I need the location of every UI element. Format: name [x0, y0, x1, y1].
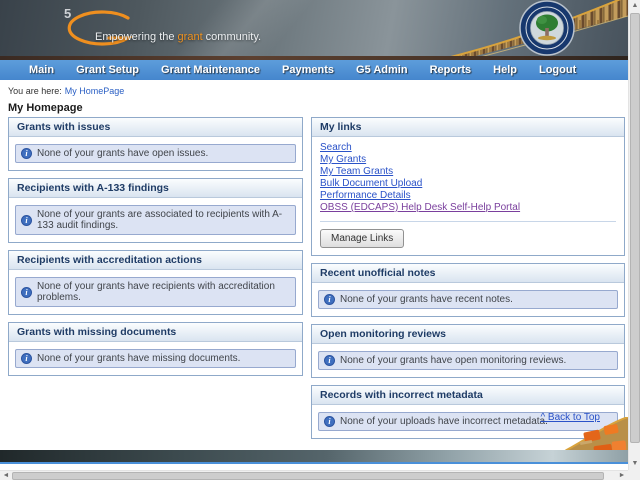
panel-header: Recipients with accreditation actions [9, 251, 302, 270]
link-search[interactable]: Search [320, 142, 352, 154]
nav-grant-setup[interactable]: Grant Setup [65, 64, 150, 76]
horizontal-scrollbar-thumb[interactable] [12, 472, 604, 480]
department-of-education-seal-art [519, 0, 575, 56]
info-text: None of your uploads have incorrect meta… [340, 416, 548, 427]
info-text: None of your grants are associated to re… [37, 209, 283, 231]
vertical-scrollbar[interactable]: ▲ ▼ [628, 0, 640, 470]
panel-header: Grants with issues [9, 118, 302, 137]
panel-a133-findings: Recipients with A-133 findings i None of… [8, 178, 303, 243]
panel-open-monitoring-reviews: Open monitoring reviews i None of your g… [311, 324, 625, 378]
scroll-right-arrow-icon[interactable]: ► [616, 471, 628, 480]
nav-reports[interactable]: Reports [419, 64, 483, 76]
horizontal-scrollbar[interactable]: ◄ ► [0, 470, 628, 480]
divider [320, 221, 616, 222]
g5-homepage-window: 5 Empowering the grant community. Main G… [0, 0, 640, 480]
info-text: None of your grants have recipients with… [37, 281, 275, 303]
info-icon: i [21, 148, 32, 159]
page-title: My Homepage [8, 102, 83, 114]
panel-header: My links [312, 118, 624, 137]
info-icon: i [324, 294, 335, 305]
info-message: i None of your grants have recipients wi… [15, 277, 296, 307]
info-message: i None of your grants have open issues. [15, 144, 296, 163]
breadcrumb-current-link[interactable]: My HomePage [65, 86, 125, 96]
manage-links-button[interactable]: Manage Links [320, 229, 405, 248]
page-header-banner: 5 Empowering the grant community. [0, 0, 628, 56]
footer-photo-strip [0, 450, 628, 462]
breadcrumb: You are here: My HomePage [8, 86, 124, 96]
left-column: Grants with issues i None of your grants… [8, 117, 303, 383]
panel-my-links: My links Search My Grants My Team Grants… [311, 117, 625, 256]
nav-g5-admin[interactable]: G5 Admin [345, 64, 419, 76]
link-obss-help-desk[interactable]: OBSS (EDCAPS) Help Desk Self-Help Portal [320, 202, 520, 214]
info-icon: i [324, 416, 335, 427]
breadcrumb-prefix: You are here: [8, 86, 62, 96]
nav-main[interactable]: Main [18, 64, 65, 76]
panel-missing-documents: Grants with missing documents i None of … [8, 322, 303, 376]
info-icon: i [21, 286, 32, 298]
info-message: i None of your grants have open monitori… [318, 351, 618, 370]
panel-header: Open monitoring reviews [312, 325, 624, 344]
info-text: None of your grants have open issues. [37, 148, 209, 159]
info-text: None of your grants have missing documen… [37, 353, 241, 364]
panel-accreditation-actions: Recipients with accreditation actions i … [8, 250, 303, 315]
info-message: i None of your grants have recent notes. [318, 290, 618, 309]
info-text: None of your grants have open monitoring… [340, 355, 567, 366]
scroll-down-arrow-icon[interactable]: ▼ [629, 458, 640, 470]
nav-help[interactable]: Help [482, 64, 528, 76]
tagline-suffix: community. [202, 31, 262, 43]
vertical-scrollbar-thumb[interactable] [630, 13, 640, 443]
info-text: None of your grants have recent notes. [340, 294, 513, 305]
link-my-team-grants[interactable]: My Team Grants [320, 166, 393, 178]
link-performance-details[interactable]: Performance Details [320, 190, 411, 202]
right-column: My links Search My Grants My Team Grants… [311, 117, 625, 446]
panel-recent-unofficial-notes: Recent unofficial notes i None of your g… [311, 263, 625, 317]
info-message: i None of your grants have missing docum… [15, 349, 296, 368]
panel-header: Grants with missing documents [9, 323, 302, 342]
tagline-highlight: grant [177, 31, 203, 43]
scrollbar-corner [628, 470, 640, 480]
nav-grant-maintenance[interactable]: Grant Maintenance [150, 64, 271, 76]
tagline: Empowering the grant community. [95, 31, 261, 43]
nav-payments[interactable]: Payments [271, 64, 345, 76]
panel-header: Records with incorrect metadata [312, 386, 624, 405]
nav-logout[interactable]: Logout [528, 64, 587, 76]
link-my-grants[interactable]: My Grants [320, 154, 366, 166]
link-bulk-document-upload[interactable]: Bulk Document Upload [320, 178, 422, 190]
info-icon: i [324, 355, 335, 366]
panel-header: Recipients with A-133 findings [9, 179, 302, 198]
g5-logo [67, 10, 134, 46]
info-icon: i [21, 214, 32, 226]
footer-accent-line [0, 462, 628, 464]
panel-header: Recent unofficial notes [312, 264, 624, 283]
g5-logo-five: 5 [64, 6, 72, 21]
scroll-left-arrow-icon[interactable]: ◄ [0, 471, 12, 480]
scroll-up-arrow-icon[interactable]: ▲ [629, 0, 640, 12]
info-icon: i [21, 353, 32, 364]
main-nav-bar: Main Grant Setup Grant Maintenance Payme… [0, 60, 628, 80]
panel-grants-with-issues: Grants with issues i None of your grants… [8, 117, 303, 171]
tagline-prefix: Empowering the [95, 31, 178, 43]
info-message: i None of your grants are associated to … [15, 205, 296, 235]
